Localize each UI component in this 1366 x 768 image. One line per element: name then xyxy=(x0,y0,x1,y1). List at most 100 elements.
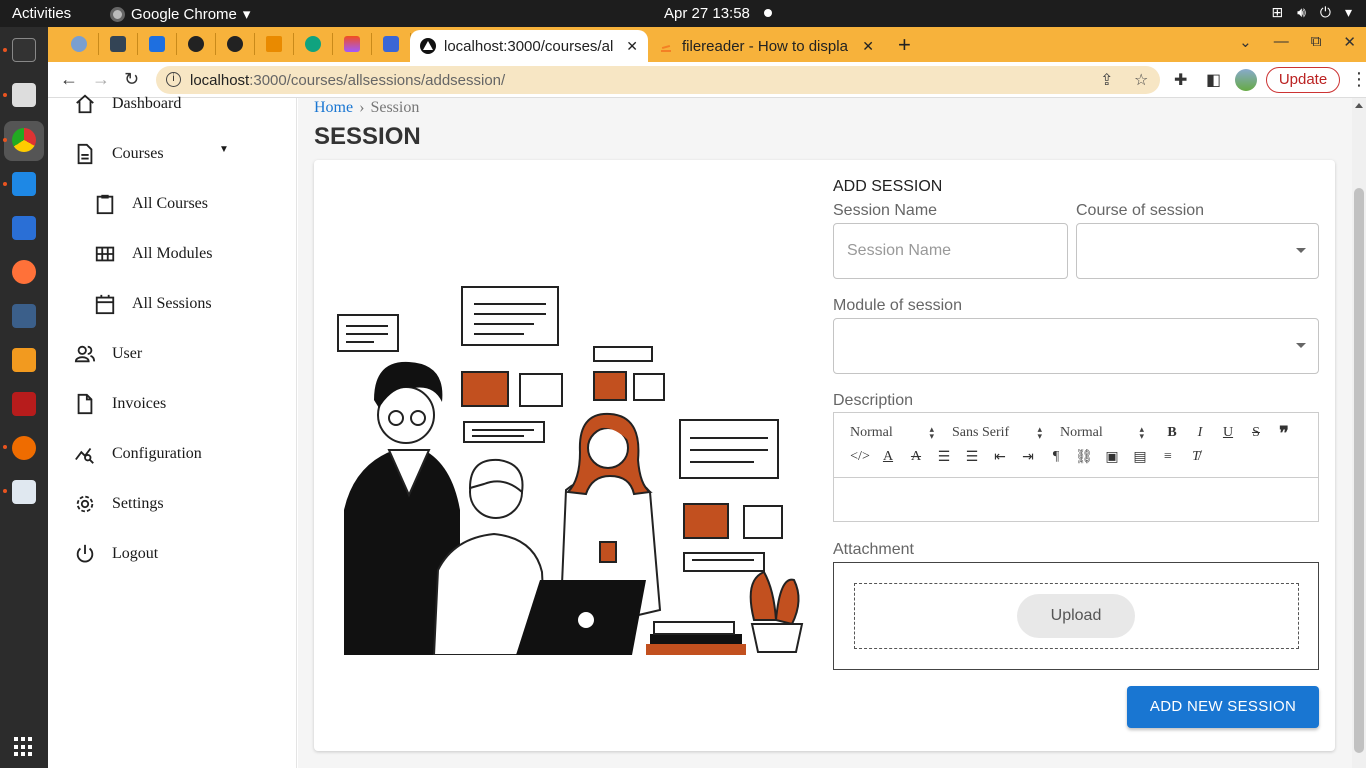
sidebar-item-all-modules[interactable]: All Modules xyxy=(94,242,212,266)
update-button[interactable]: Update xyxy=(1266,67,1340,93)
text-direction-icon[interactable]: ¶ xyxy=(1042,449,1070,465)
pinned-tab[interactable] xyxy=(60,33,99,55)
terminal-icon[interactable] xyxy=(12,38,36,62)
url-field[interactable]: i localhost:3000/courses/allsessions/add… xyxy=(156,66,1160,94)
background-color-icon[interactable]: A xyxy=(902,449,930,465)
clock[interactable]: Apr 27 13:58 xyxy=(664,5,750,22)
sublime-text-icon[interactable] xyxy=(12,348,36,372)
session-name-field[interactable] xyxy=(833,223,1068,279)
mail-icon xyxy=(383,36,399,52)
show-apps-icon[interactable] xyxy=(14,737,34,757)
tab-inactive[interactable]: filereader - How to displa ✕ xyxy=(648,30,884,62)
activities-button[interactable]: Activities xyxy=(12,5,71,22)
chrome-icon[interactable] xyxy=(12,128,36,152)
close-icon[interactable]: ✕ xyxy=(626,38,638,55)
course-select[interactable] xyxy=(1076,223,1319,279)
file-dropzone[interactable]: Upload xyxy=(854,583,1299,649)
phpmyadmin-icon xyxy=(266,36,282,52)
breadcrumb-home-link[interactable]: Home xyxy=(314,99,353,116)
italic-icon[interactable]: I xyxy=(1186,425,1214,441)
forward-icon[interactable]: → xyxy=(92,69,110,90)
close-icon[interactable]: ✕ xyxy=(862,38,874,55)
mysql-workbench-icon[interactable] xyxy=(12,304,36,328)
indent-icon[interactable]: ⇥ xyxy=(1014,449,1042,466)
link-icon[interactable]: ⛓ xyxy=(1070,449,1098,466)
tab-active[interactable]: localhost:3000/courses/al ✕ xyxy=(410,30,648,62)
underline-icon[interactable]: U xyxy=(1214,425,1242,441)
firefox-icon[interactable] xyxy=(12,260,36,284)
heading-select[interactable]: Normal ▴ ▾ xyxy=(846,425,938,441)
image-icon[interactable]: ▣ xyxy=(1098,449,1126,466)
chevron-down-icon[interactable]: ▼ xyxy=(219,144,229,155)
sidebar-item-all-courses[interactable]: All Courses xyxy=(94,192,208,216)
strikethrough-icon[interactable]: S xyxy=(1242,425,1270,441)
analytics-icon xyxy=(75,447,94,464)
share-icon[interactable]: ⇪ xyxy=(1100,70,1113,90)
code-icon[interactable]: </> xyxy=(846,449,874,465)
system-tray[interactable]: ⊞ 🔊︎ ⏻ ▾ xyxy=(1271,4,1352,21)
app-menu[interactable]: Google Chrome ▾ xyxy=(110,5,250,23)
filezilla-icon[interactable] xyxy=(12,392,36,416)
tab-search-icon[interactable]: ⌄ xyxy=(1239,33,1252,51)
scroll-up-icon[interactable] xyxy=(1355,103,1363,108)
pinned-tab[interactable] xyxy=(294,33,333,55)
sidebar-item-invoices[interactable]: Invoices xyxy=(74,392,166,416)
sidebar-item-all-sessions[interactable]: All Sessions xyxy=(94,292,212,316)
text-color-icon[interactable]: A xyxy=(874,449,902,465)
upload-button[interactable]: Upload xyxy=(1017,594,1135,638)
power-icon xyxy=(76,544,94,563)
sidebar-item-courses[interactable]: Courses ▼ xyxy=(74,142,229,166)
text-editor-icon[interactable] xyxy=(12,480,36,504)
app-icon xyxy=(149,36,165,52)
page-scrollbar[interactable] xyxy=(1352,98,1366,768)
extensions-icon[interactable]: ✚ xyxy=(1174,70,1187,90)
postman-icon[interactable] xyxy=(12,436,36,460)
files-icon[interactable] xyxy=(12,83,36,107)
bullet-list-icon[interactable]: ☰ xyxy=(958,449,986,466)
chrome-icon xyxy=(110,6,125,22)
back-icon[interactable]: ← xyxy=(60,69,78,90)
module-select[interactable] xyxy=(833,318,1319,374)
select-arrows-icon: ▴ ▾ xyxy=(929,424,934,441)
sidebar-item-label: User xyxy=(112,345,143,362)
sidebar-item-configuration[interactable]: Configuration xyxy=(74,442,202,466)
restore-icon[interactable]: ⧉ xyxy=(1311,33,1322,51)
vscode-icon[interactable] xyxy=(12,172,36,196)
video-icon[interactable]: ▤ xyxy=(1126,449,1154,466)
close-window-icon[interactable]: ✕ xyxy=(1343,33,1356,51)
pinned-tab[interactable] xyxy=(99,33,138,55)
session-name-input[interactable] xyxy=(834,224,1067,278)
kebab-menu-icon[interactable]: ⋮ xyxy=(1350,69,1366,90)
profile-avatar[interactable] xyxy=(1235,69,1257,91)
font-select[interactable]: Sans Serif ▴ ▾ xyxy=(948,425,1046,441)
reload-icon[interactable]: ↻ xyxy=(124,69,139,90)
sidebar-item-label: Logout xyxy=(112,545,159,562)
figma-icon xyxy=(344,36,360,52)
sidebar-item-settings[interactable]: Settings xyxy=(74,492,164,516)
size-select[interactable]: Normal ▴ ▾ xyxy=(1056,425,1148,441)
ordered-list-icon[interactable]: ☰ xyxy=(930,449,958,466)
pinned-tab[interactable] xyxy=(372,33,411,55)
editor-content-area[interactable] xyxy=(834,478,1318,521)
pinned-tab[interactable] xyxy=(255,33,294,55)
minimize-icon[interactable]: — xyxy=(1274,33,1289,51)
side-panel-icon[interactable]: ◧ xyxy=(1206,70,1221,90)
blockquote-icon[interactable]: ❞ xyxy=(1270,423,1298,444)
new-tab-button[interactable]: + xyxy=(898,32,911,58)
align-icon[interactable]: ≡ xyxy=(1154,449,1182,465)
pinned-tab[interactable] xyxy=(216,33,255,55)
clear-format-icon[interactable]: T̸ xyxy=(1182,449,1210,465)
sidebar-item-logout[interactable]: Logout xyxy=(74,542,158,566)
scrollbar-thumb[interactable] xyxy=(1354,188,1364,753)
sidebar-item-user[interactable]: User xyxy=(74,342,142,366)
sidebar-item-dashboard[interactable]: Dashboard xyxy=(74,92,181,116)
pinned-tab[interactable] xyxy=(177,33,216,55)
site-info-icon[interactable]: i xyxy=(166,72,181,87)
bookmark-star-icon[interactable]: ☆ xyxy=(1134,70,1148,90)
pinned-tab[interactable] xyxy=(333,33,372,55)
bold-icon[interactable]: B xyxy=(1158,425,1186,441)
add-new-session-button[interactable]: ADD NEW SESSION xyxy=(1127,686,1319,728)
outdent-icon[interactable]: ⇤ xyxy=(986,449,1014,466)
pinned-tab[interactable] xyxy=(138,33,177,55)
writer-icon[interactable] xyxy=(12,216,36,240)
